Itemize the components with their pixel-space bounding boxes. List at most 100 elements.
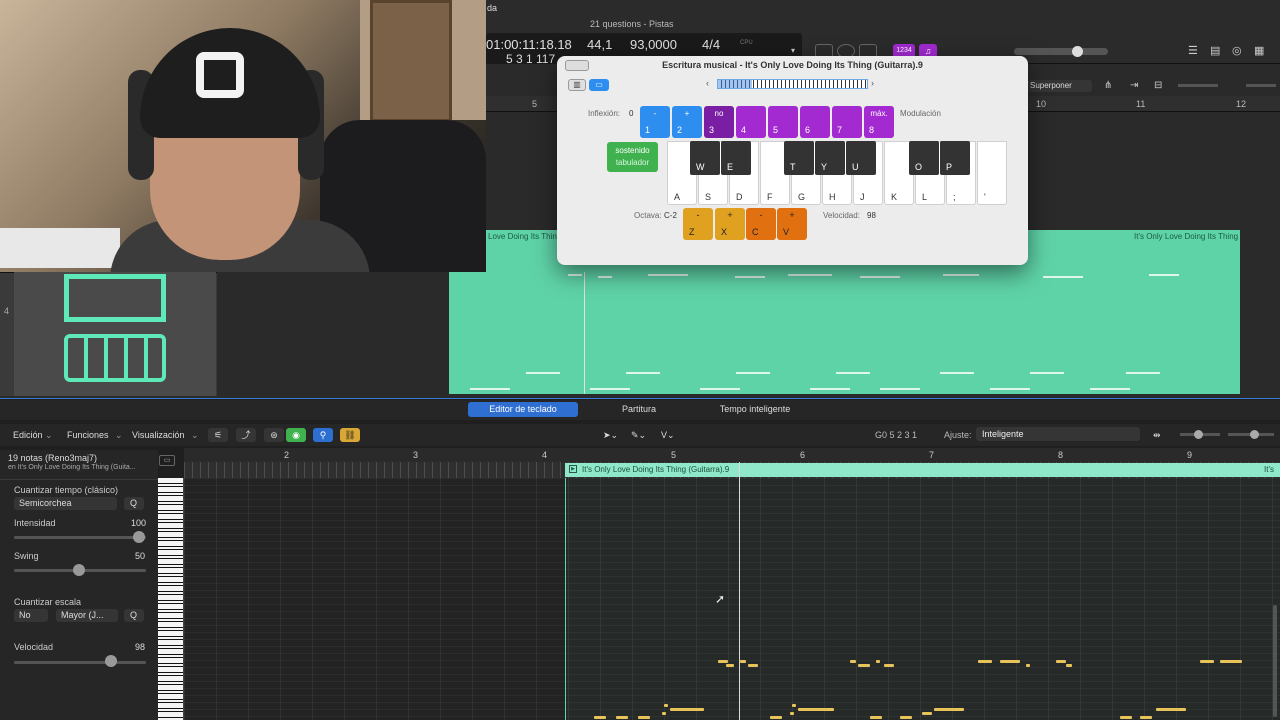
snap-select[interactable]: Inteligente (976, 427, 1140, 441)
midi-note[interactable] (884, 664, 894, 667)
fit-to-window-icon[interactable]: ⇹ (1153, 430, 1161, 441)
black-key-t[interactable]: T (784, 141, 814, 175)
modulation-pad-5[interactable]: 5 (768, 106, 798, 138)
pencil-tool-icon[interactable]: ✎⌄ (631, 430, 646, 441)
tab-score[interactable]: Partitura (584, 402, 694, 417)
midi-note[interactable] (870, 716, 882, 719)
midi-note[interactable] (798, 708, 834, 711)
quantize-button[interactable]: Q (124, 497, 144, 510)
lcd-dropdown-icon[interactable]: ▾ (791, 46, 795, 55)
tab-piano-roll[interactable]: Editor de teclado (468, 402, 578, 417)
modulation-pad-7[interactable]: 7 (832, 106, 862, 138)
midi-note[interactable] (726, 664, 734, 667)
black-key-y[interactable]: Y (815, 141, 845, 175)
midi-note[interactable] (664, 704, 668, 707)
pitch-bend-up-pad[interactable]: +2 (672, 106, 702, 138)
black-key-e[interactable]: E (721, 141, 751, 175)
midi-region[interactable] (449, 272, 1240, 394)
midi-draw-icon[interactable]: ⊛ (264, 428, 284, 442)
black-key-u[interactable]: U (846, 141, 876, 175)
link-editor-icon[interactable]: ◉ (286, 428, 306, 442)
midi-note[interactable] (670, 708, 704, 711)
midi-note[interactable] (718, 660, 728, 663)
modulation-max-pad[interactable]: máx. 8 (864, 106, 894, 138)
velocity-slider-knob[interactable] (105, 655, 117, 667)
midi-note[interactable] (770, 716, 782, 719)
loops-icon[interactable]: ◎ (1232, 44, 1242, 57)
octave-up-pad[interactable]: + X (715, 208, 745, 240)
pointer-tool-icon[interactable]: ➤⌄ (603, 430, 618, 441)
scale-root-select[interactable]: No (14, 609, 48, 622)
strength-slider-knob[interactable] (133, 531, 145, 543)
catch-icon[interactable]: ⚲ (313, 428, 333, 442)
waveform-zoom-icon[interactable]: ⋔ (1104, 80, 1112, 91)
midi-note[interactable] (790, 712, 794, 715)
black-key-o[interactable]: O (909, 141, 939, 175)
scale-quantize-button[interactable]: Q (124, 609, 144, 622)
modulation-off-pad[interactable]: no 3 (704, 106, 734, 138)
typing-mode-icon[interactable]: ▭ (589, 79, 609, 91)
velocity-tool-icon[interactable]: V⌄ (661, 430, 675, 441)
horizontal-zoom-slider[interactable] (1246, 84, 1276, 87)
sustain-button[interactable]: sostenido tabulador (607, 142, 658, 172)
midi-note[interactable] (616, 716, 628, 719)
editor-ruler[interactable] (184, 448, 1280, 462)
midi-note[interactable] (850, 660, 856, 663)
midi-note[interactable] (792, 704, 796, 707)
velocity-down-pad[interactable]: -C (746, 208, 776, 240)
midi-note[interactable] (978, 660, 992, 663)
drag-mode-select[interactable]: Superponer (1028, 80, 1092, 92)
midi-note[interactable] (922, 712, 932, 715)
tracks-playhead[interactable] (584, 272, 585, 394)
midi-note[interactable] (638, 716, 650, 719)
menu-functions[interactable]: Funciones (67, 430, 109, 440)
master-volume-knob[interactable] (1072, 46, 1083, 57)
midi-note[interactable] (1000, 660, 1020, 663)
piano-keyboard[interactable] (158, 478, 184, 720)
menu-view[interactable]: Visualización (132, 430, 184, 440)
strength-slider[interactable] (14, 536, 146, 539)
midi-note[interactable] (858, 664, 870, 667)
midi-note[interactable] (1156, 708, 1186, 711)
vertical-zoom-slider[interactable] (1178, 84, 1218, 87)
swing-slider-knob[interactable] (73, 564, 85, 576)
black-key-w[interactable]: W (690, 141, 720, 175)
velocity-slider[interactable] (14, 661, 146, 664)
editor-vertical-zoom-knob[interactable] (1194, 430, 1203, 439)
midi-note[interactable] (1026, 664, 1030, 667)
midi-note[interactable] (900, 716, 912, 719)
black-key-p[interactable]: P (940, 141, 970, 175)
octave-down-pad[interactable]: -Z (683, 208, 713, 240)
midi-note[interactable] (748, 664, 758, 667)
midi-note[interactable] (1220, 660, 1242, 663)
octave-right-icon[interactable]: › (871, 78, 874, 88)
collapse-icon[interactable]: ⊟ (1154, 80, 1162, 91)
piano-mode-icon[interactable]: ▥ (568, 79, 586, 91)
white-key-quote[interactable]: ' (977, 141, 1007, 205)
pitch-bend-down-pad[interactable]: -1 (640, 106, 670, 138)
notes-icon[interactable]: ▤ (1210, 44, 1220, 57)
velocity-up-pad[interactable]: + V (777, 208, 807, 240)
midi-note[interactable] (1056, 660, 1066, 663)
midi-note[interactable] (934, 708, 964, 711)
midi-note[interactable] (1200, 660, 1214, 663)
midi-note[interactable] (1066, 664, 1072, 667)
midi-note[interactable] (1120, 716, 1132, 719)
menu-edit[interactable]: Edición (13, 430, 43, 440)
window-toggle-icon[interactable] (565, 60, 589, 71)
scale-type-select[interactable]: Mayor (J... (56, 609, 118, 622)
modulation-pad-6[interactable]: 6 (800, 106, 830, 138)
midi-note[interactable] (662, 712, 666, 715)
modulation-pad-4[interactable]: 4 (736, 106, 766, 138)
tab-smart-tempo[interactable]: Tempo inteligente (700, 402, 810, 417)
octave-left-icon[interactable]: ‹ (706, 78, 709, 88)
link-icon[interactable]: ⛓ (340, 428, 360, 442)
vertical-scrollbar[interactable] (1273, 605, 1277, 717)
midi-note[interactable] (594, 716, 606, 719)
midi-note[interactable] (1140, 716, 1152, 719)
midi-note[interactable] (876, 660, 880, 663)
master-volume-slider[interactable] (1014, 48, 1108, 55)
fit-icon[interactable]: ⇥ (1130, 80, 1138, 91)
midi-in-icon[interactable]: ⚟ (208, 428, 228, 442)
browser-icon[interactable]: ▦ (1254, 44, 1264, 57)
